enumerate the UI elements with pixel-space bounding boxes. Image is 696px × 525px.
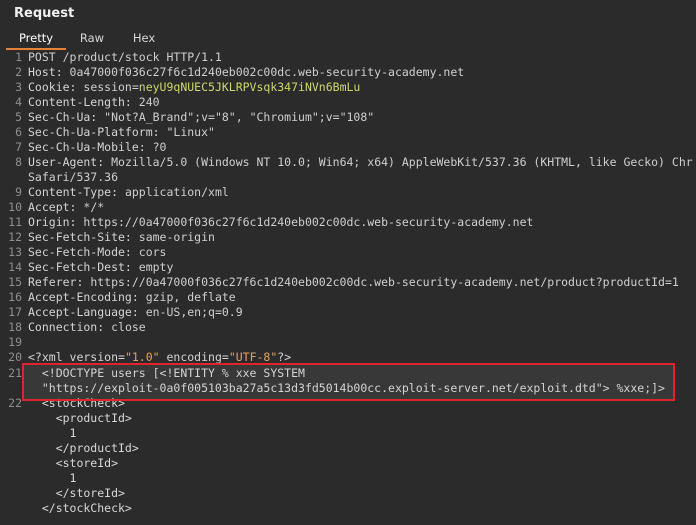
header-name: Cookie: — [28, 80, 84, 94]
request-line: Sec-Fetch-Site: same-origin — [28, 230, 215, 245]
request-line: POST /product/stock HTTP/1.1 — [28, 50, 222, 65]
header-name: Accept-Language: — [28, 305, 146, 319]
line-number: 22 — [8, 396, 22, 410]
header-value: session= — [83, 80, 139, 94]
request-line: Sec-Ch-Ua: "Not?A_Brand";v="8", "Chromiu… — [28, 110, 374, 125]
view-tabs: Pretty Raw Hex — [0, 28, 696, 50]
header-name: Accept: — [28, 200, 84, 214]
line-number: 6 — [15, 125, 22, 139]
header-name: Accept-Encoding: — [28, 290, 146, 304]
header-value: cors — [138, 245, 167, 259]
line-number: 15 — [8, 275, 22, 289]
line-number: 12 — [8, 230, 22, 244]
line-number: 5 — [15, 110, 22, 124]
request-line: Connection: close — [28, 320, 146, 335]
request-line: Content-Length: 240 — [28, 95, 160, 110]
header-name: Sec-Fetch-Dest: — [28, 260, 139, 274]
line-number: 7 — [15, 140, 22, 154]
tab-pretty[interactable]: Pretty — [6, 28, 66, 50]
header-name: Sec-Ch-Ua-Mobile: — [28, 140, 153, 154]
xml-version-value: "1.0" — [124, 350, 160, 364]
line-number: 21 — [8, 366, 22, 380]
cookie-session-value: neyU9qNUEC5JKLRPVsqk347iNVn6BmLu — [138, 80, 361, 94]
request-line: Sec-Fetch-Mode: cors — [28, 245, 166, 260]
request-line: Sec-Ch-Ua-Mobile: ?0 — [28, 140, 166, 155]
request-line: Accept-Language: en-US,en;q=0.9 — [28, 305, 243, 320]
xml-body-line: 1 — [28, 471, 77, 485]
tab-hex[interactable]: Hex — [124, 28, 164, 48]
panel-title: Request — [14, 6, 75, 21]
request-line: Sec-Fetch-Dest: empty — [28, 260, 173, 275]
header-name: Sec-Ch-Ua-Platform: — [28, 125, 167, 139]
xml-body-line: 1 — [28, 426, 77, 440]
xml-body-line: </storeId> — [28, 486, 125, 500]
request-line: Referer: https://0a47000f036c27f6c1d240e… — [28, 275, 679, 290]
line-number: 1 — [15, 50, 22, 64]
xml-body-line: </stockCheck> — [28, 501, 132, 515]
header-value: */* — [83, 200, 105, 214]
doctype-highlight-box — [22, 363, 675, 401]
tab-raw[interactable]: Raw — [70, 28, 114, 48]
line-number: 11 — [8, 215, 22, 229]
line-number: 2 — [15, 65, 22, 79]
header-value: 0a47000f036c27f6c1d240eb002c00dc.web-sec… — [69, 65, 465, 79]
header-name: Referer: — [28, 275, 91, 289]
header-value: application/xml — [124, 185, 229, 199]
line-number: 20 — [8, 350, 22, 364]
line-number: 18 — [8, 320, 22, 334]
header-value: ?0 — [152, 140, 167, 154]
header-name: Connection: — [28, 320, 112, 334]
header-name: Sec-Ch-Ua: — [28, 110, 105, 124]
request-line: Accept-Encoding: gzip, deflate — [28, 290, 236, 305]
header-name: Host: — [28, 65, 70, 79]
line-number: 4 — [15, 95, 22, 109]
header-value: empty — [138, 260, 174, 274]
line-number — [0, 170, 22, 185]
header-name: Sec-Fetch-Site: — [28, 230, 139, 244]
header-value: same-origin — [138, 230, 215, 244]
line-number: 9 — [15, 185, 22, 199]
xml-prolog-start: <?xml version= — [28, 350, 125, 364]
request-line: Sec-Ch-Ua-Platform: "Linux" — [28, 125, 215, 140]
header-name: Sec-Fetch-Mode: — [28, 245, 139, 259]
header-value: 240 — [138, 95, 160, 109]
line-number: 8 — [15, 155, 22, 169]
header-name: Origin: — [28, 215, 84, 229]
xml-encoding-value: "UTF-8" — [228, 350, 278, 364]
line-number: 17 — [8, 305, 22, 319]
header-value: Safari/537.36 — [28, 170, 119, 184]
request-line: Host: 0a47000f036c27f6c1d240eb002c00dc.w… — [28, 65, 464, 80]
line-number: 13 — [8, 245, 22, 259]
request-line: Safari/537.36 — [28, 170, 118, 185]
header-name: Content-Type: — [28, 185, 125, 199]
header-value: POST /product/stock HTTP/1.1 — [28, 50, 222, 64]
header-name: User-Agent: — [28, 155, 112, 169]
request-line: Cookie: session=neyU9qNUEC5JKLRPVsqk347i… — [28, 80, 360, 95]
header-value: gzip, deflate — [145, 290, 236, 304]
header-value: en-US,en;q=0.9 — [145, 305, 243, 319]
header-value: "Linux" — [166, 125, 215, 139]
request-line: Accept: */* — [28, 200, 104, 215]
xml-body-line: <productId> — [28, 411, 132, 425]
request-line: Content-Type: application/xml — [28, 185, 229, 200]
header-value: https://0a47000f036c27f6c1d240eb002c00dc… — [83, 215, 534, 229]
line-number: 19 — [8, 335, 22, 349]
header-value: close — [111, 320, 146, 334]
xml-prolog-encoding-attr: encoding= — [159, 350, 229, 364]
request-line: User-Agent: Mozilla/5.0 (Windows NT 10.0… — [28, 155, 693, 170]
line-number: 14 — [8, 260, 22, 274]
xml-body-line: <storeId> — [28, 456, 119, 470]
header-value: "Not?A_Brand";v="8", "Chromium";v="108" — [104, 110, 375, 124]
line-number: 10 — [8, 200, 22, 214]
header-value: https://0a47000f036c27f6c1d240eb002c00dc… — [90, 275, 679, 289]
line-number: 3 — [15, 80, 22, 94]
header-name: Content-Length: — [28, 95, 139, 109]
line-number: 16 — [8, 290, 22, 304]
request-line: Origin: https://0a47000f036c27f6c1d240eb… — [28, 215, 533, 230]
xml-prolog-end: ?> — [277, 350, 292, 364]
request-editor[interactable]: 1 POST /product/stock HTTP/1.1 2 Host: 0a47… — [0, 50, 696, 525]
xml-body-line: </productId> — [28, 441, 139, 455]
header-value: Mozilla/5.0 (Windows NT 10.0; Win64; x64… — [111, 155, 693, 169]
